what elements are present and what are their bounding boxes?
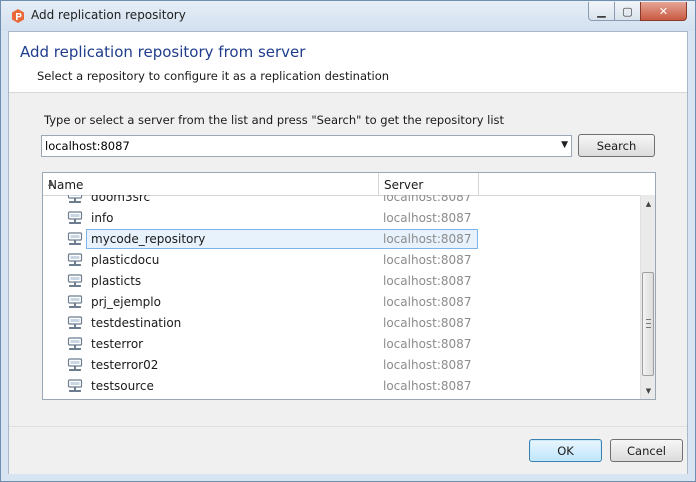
table-row[interactable]: testerror localhost:8087	[43, 334, 641, 355]
column-header-name[interactable]: Name ▲	[43, 173, 379, 195]
row-name: testsource	[91, 379, 154, 393]
dialog-footer: OK Cancel	[9, 426, 687, 474]
table-row[interactable]: info localhost:8087	[43, 208, 641, 229]
table-row[interactable]: plasticts localhost:8087	[43, 271, 641, 292]
row-server: localhost:8087	[383, 211, 472, 225]
repository-icon	[67, 358, 83, 373]
vertical-scrollbar[interactable]: ▲ ▼	[640, 195, 655, 399]
minimize-button[interactable]: ▁	[588, 2, 615, 21]
scroll-down-arrow-icon[interactable]: ▼	[641, 382, 655, 399]
row-name: testerror	[91, 337, 144, 351]
repository-icon	[67, 232, 83, 247]
maximize-icon: ▢	[622, 4, 633, 18]
row-server: localhost:8087	[383, 358, 472, 372]
sort-ascending-icon: ▲	[48, 178, 55, 187]
cancel-button[interactable]: Cancel	[610, 439, 683, 462]
table-row[interactable]: testerror02 localhost:8087	[43, 355, 641, 376]
list-rows: doom3src localhost:8087 info localhost:8087…	[43, 195, 641, 399]
minimize-icon: ▁	[597, 4, 606, 18]
row-name: plasticdocu	[91, 253, 160, 267]
row-server: localhost:8087	[383, 232, 472, 246]
row-server: localhost:8087	[383, 316, 472, 330]
close-button[interactable]: ✕	[640, 2, 687, 21]
scrollbar-thumb[interactable]	[642, 272, 654, 376]
maximize-button[interactable]: ▢	[614, 2, 641, 21]
chevron-down-icon[interactable]: ▼	[561, 140, 568, 150]
row-server: localhost:8087	[383, 295, 472, 309]
row-server: localhost:8087	[383, 253, 472, 267]
repository-icon	[67, 211, 83, 226]
repository-icon	[67, 295, 83, 310]
scroll-up-arrow-icon[interactable]: ▲	[641, 195, 655, 212]
ok-button[interactable]: OK	[529, 439, 602, 462]
dialog-body: Add replication repository from server S…	[8, 31, 688, 474]
row-name: doom3src	[91, 195, 151, 204]
repository-icon	[67, 195, 83, 205]
table-row[interactable]: plasticdocu localhost:8087	[43, 250, 641, 271]
repository-list[interactable]: Name ▲ Server doom3src localhost:8087 info…	[42, 172, 656, 400]
table-row[interactable]: doom3src localhost:8087	[43, 195, 641, 208]
table-row[interactable]: testsource localhost:8087	[43, 376, 641, 397]
header-band: Add replication repository from server S…	[9, 32, 687, 93]
server-combobox[interactable]: ▼	[41, 135, 572, 157]
row-name: info	[91, 211, 114, 225]
search-button[interactable]: Search	[578, 134, 655, 157]
column-header-server[interactable]: Server	[379, 173, 479, 195]
repository-icon	[67, 337, 83, 352]
window-title: Add replication repository	[31, 8, 186, 22]
grip-icon	[646, 319, 651, 328]
repository-icon	[67, 316, 83, 331]
row-name: testerror02	[91, 358, 159, 372]
row-name: plasticts	[91, 274, 142, 288]
server-input[interactable]	[45, 138, 550, 154]
column-header-server-label: Server	[384, 178, 424, 192]
repository-icon	[67, 274, 83, 289]
table-row[interactable]: mycode_repository localhost:8087	[43, 229, 641, 250]
server-instruction: Type or select a server from the list an…	[44, 113, 505, 127]
dialog-heading: Add replication repository from server	[20, 43, 306, 61]
row-name: prj_ejemplo	[91, 295, 161, 309]
repository-icon	[67, 379, 83, 394]
table-row[interactable]: testdestination localhost:8087	[43, 313, 641, 334]
table-row[interactable]: prj_ejemplo localhost:8087	[43, 292, 641, 313]
row-server: localhost:8087	[383, 195, 472, 204]
close-icon: ✕	[658, 4, 669, 18]
dialog-window: Add replication repository ▁ ▢ ✕ Add rep…	[0, 0, 696, 482]
repository-icon	[67, 253, 83, 268]
list-header: Name ▲ Server	[43, 173, 641, 196]
row-name: mycode_repository	[91, 232, 206, 246]
plastic-scm-logo-icon	[12, 9, 24, 23]
row-server: localhost:8087	[383, 337, 472, 351]
title-bar[interactable]: Add replication repository ▁ ▢ ✕	[1, 1, 695, 31]
row-server: localhost:8087	[383, 379, 472, 393]
dialog-subtitle: Select a repository to configure it as a…	[37, 69, 390, 83]
row-name: testdestination	[91, 316, 182, 330]
row-server: localhost:8087	[383, 274, 472, 288]
